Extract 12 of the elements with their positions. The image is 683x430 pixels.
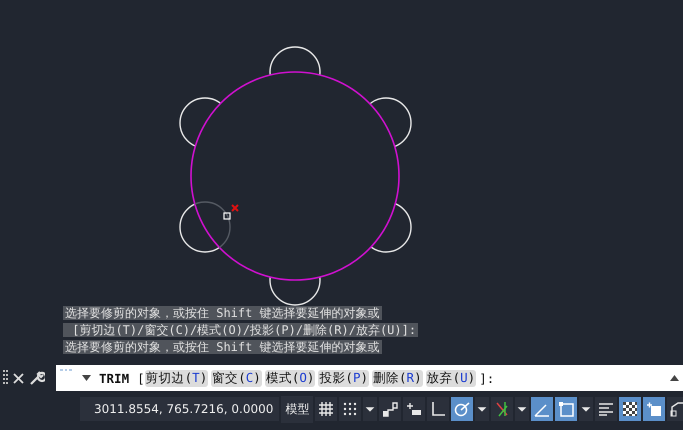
command-input-field[interactable]: TRIM [剪切边(T) 窗交(C) 模式(O) 投影(P) 删除(R) 放弃(U) ]:	[56, 365, 683, 391]
command-option[interactable]: 剪切边(T)	[144, 370, 208, 386]
command-option[interactable]: 窗交(C)	[211, 370, 262, 386]
model-space-button[interactable]: 模型	[281, 396, 314, 422]
bracket: ]:	[479, 370, 494, 386]
bracket: [	[137, 370, 145, 386]
command-option[interactable]: 删除(R)	[372, 370, 423, 386]
command-option[interactable]: 模式(O)	[264, 370, 316, 386]
command-name: TRIM	[99, 370, 130, 386]
coordinates-readout: 3011.8554, 765.7216, 0.0000	[80, 397, 280, 421]
command-option[interactable]: 投影(P)	[318, 370, 370, 386]
command-option[interactable]: 放弃(U)	[426, 370, 476, 386]
